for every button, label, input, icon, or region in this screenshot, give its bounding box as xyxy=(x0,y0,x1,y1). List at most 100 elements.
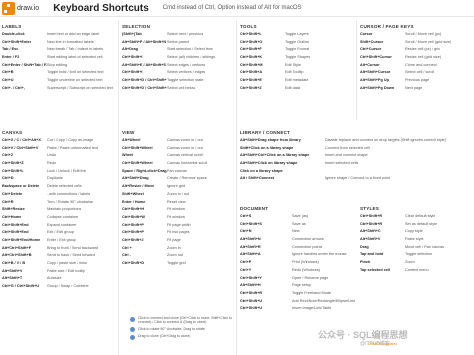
shortcut-row: Ctrl+Shift+S Save as xyxy=(240,221,356,229)
shortcut-description: Expand container xyxy=(47,222,77,227)
shortcut-key: Ctrl+Shift+J xyxy=(122,237,144,242)
shortcut-description: Clone and connect xyxy=(405,62,437,67)
check-updates-link[interactable]: Check for updates xyxy=(368,342,397,346)
shortcut-key: Ctrl+Shift+P xyxy=(122,230,144,235)
shortcut-key: Ctrl+Shift+S xyxy=(240,221,262,226)
section-selection: SELECTION (Shift+)Tab Select next / previo… xyxy=(122,22,234,93)
shortcut-key: Ctrl+Shift+F xyxy=(240,47,262,52)
legend-text: Click to rotate 90° clockwise, Drag to r… xyxy=(138,326,205,331)
shortcut-description: Context menu xyxy=(405,267,429,272)
shortcut-description: Fit two pages xyxy=(167,230,190,235)
shortcut-key: Ctrl+Shift+Z xyxy=(240,85,262,90)
shortcut-row: Ctrl+Shift+L Lock / Unlock / Edit link xyxy=(2,168,116,176)
shortcut-description: ..with connections / labels xyxy=(47,191,91,196)
drawio-logo: draw.io xyxy=(2,1,39,15)
shortcut-description: Toggle Shapes xyxy=(285,55,311,60)
shortcut-key: Ctrl+Shift+U xyxy=(240,298,263,303)
shortcut-description: Save (as) xyxy=(292,214,309,218)
section-canvas: CANVAS Ctrl+X / C / Ctrl+Alt+X Cut / Copy … xyxy=(2,128,116,291)
shortcut-description: Start selection / Select from xyxy=(167,47,214,52)
shortcut-row: Click on a library shape xyxy=(240,168,472,176)
shortcut-row: Tab / Esc New break / Tab / Indent in lab… xyxy=(2,46,116,54)
shortcut-key: Ctrl+Shift+R xyxy=(240,290,263,295)
shortcut-key: Alt+Shift+E / Alt+Shift+S xyxy=(122,62,166,67)
shortcut-description: Next page xyxy=(405,85,423,90)
shortcut-key: Ctrl + xyxy=(122,245,132,250)
shortcut-row: Ctrl+D Duplicate xyxy=(2,175,116,183)
shortcut-description: New xyxy=(292,229,300,234)
shortcut-key: Alt+Wheel xyxy=(122,138,141,142)
shortcut-description: Edit data xyxy=(285,85,300,90)
section-view: VIEW Alt+Wheel Canvas zoom in / out Ctrl+Sh… xyxy=(122,128,234,268)
shortcut-description: Select parent xyxy=(167,39,190,44)
shortcut-row: Space / Right-click+Drag Pan canvas xyxy=(122,168,234,176)
shortcut-description: Canvas horizontal scroll xyxy=(167,161,208,166)
shortcut-row: Ctrl+R Turn / Rotate 90° clockwise xyxy=(2,199,116,207)
shortcut-key: Shift+Cursor xyxy=(360,39,384,44)
shortcut-key: Ctrl+Enter / Shift+Tab / F2 / Esc xyxy=(2,62,47,67)
shortcut-description: Enter / Exit group xyxy=(47,237,77,242)
shortcut-key: Ctrl+G / Ctrl+Shift+U xyxy=(2,284,40,289)
shortcut-key: Ctrl+P xyxy=(240,260,252,265)
shortcut-description: Clear default style xyxy=(405,214,436,218)
shortcut-row: Ctrl+Shift+Wheel Canvas horizontal scroll xyxy=(122,160,234,168)
shortcut-key: Ctrl+Shift+P xyxy=(122,222,144,227)
shortcut-row: Ctrl+. / Ctrl+, Superscript / Subscript o… xyxy=(2,85,116,93)
section-title: DOCUMENT xyxy=(240,206,269,211)
shortcut-key: Ctrl+Shift+W xyxy=(122,214,145,219)
rotate-icon xyxy=(130,327,135,333)
shortcut-description: Canvas zoom in / out xyxy=(167,138,203,142)
shortcut-key: Tap and hold xyxy=(360,252,384,257)
shortcut-key: Shift+Resize xyxy=(2,207,25,212)
shortcut-row: Alt+Shift+P / Alt+Shift+N Select parent xyxy=(122,39,234,47)
shortcut-row: Ctrl+Shift+I Select (all) children / sibl… xyxy=(122,54,234,62)
shortcut-description: Scroll / Move cell (px) xyxy=(405,32,442,36)
shortcut-row: Enter / Home Reset view xyxy=(122,199,234,207)
shortcut-description: Insert Image/Link/Table xyxy=(292,306,332,311)
shortcut-key: Ctrl+Cursor xyxy=(360,47,382,52)
shortcut-description: Paste / Paste unformatted text xyxy=(47,145,99,150)
shortcut-description: Fit page xyxy=(167,237,181,242)
shortcut-description: Connection arrows xyxy=(292,237,324,242)
shortcut-row: Ctrl+Shift+K Toggle Shapes xyxy=(240,54,354,62)
shortcut-row: Ctrl+Shift+Cursor Resize cell (grid size) xyxy=(360,54,472,62)
shortcut-description: Zoom in xyxy=(167,245,181,250)
shortcut-description: Select vertices / edges xyxy=(167,70,206,75)
shortcut-description: Resize cell (px) / grid xyxy=(405,47,441,52)
shortcut-description: Ignore shape / Connect to a fixed point xyxy=(325,176,391,181)
shortcut-key: Wheel xyxy=(122,153,134,158)
shortcut-row: Ctrl+B / V / B Copy / paste size / links xyxy=(2,260,116,268)
shortcut-key: Ctrl+U xyxy=(2,78,14,83)
shortcut-description: Turn / Rotate 90° clockwise xyxy=(47,199,94,204)
shortcut-row: Ctrl+Shift+R Clear default style xyxy=(360,213,472,221)
shortcut-key: Shift+Wheel xyxy=(122,191,144,196)
shortcut-row: Ctrl+Shift+J Fit page xyxy=(122,237,234,245)
shortcut-description: Undo xyxy=(47,153,57,158)
shortcut-row: Alt+Shift+Cursor Select cell / scroll xyxy=(360,69,472,77)
section-tools: TOOLS Ctrl+Shift+L Toggle Layers Ctrl+Shift… xyxy=(240,22,354,93)
shortcut-row: Alt+Shift+Drag Create / Remove space xyxy=(122,175,234,183)
shortcut-row: Alt+Shift+Drag shape from library Disable… xyxy=(240,137,472,145)
shortcut-key: Ctrl+Home xyxy=(2,214,22,219)
shortcut-description: Save as xyxy=(292,221,306,226)
shortcut-key: Ctrl+Shift+End xyxy=(2,230,29,235)
shortcut-row: Alt+Shift+V Paste size / Edit tooltip xyxy=(2,268,116,276)
legend-text: Drag to clone (Ctrl+Drag to clone) xyxy=(138,334,191,339)
shortcut-description: Stop editing xyxy=(47,62,68,67)
shortcut-key: Ctrl+S xyxy=(240,214,252,218)
shortcut-row: Alt+Shift+A Ignore handles under the mous… xyxy=(240,251,356,259)
shortcut-key: Alt+Shift+N xyxy=(240,237,261,242)
shortcut-row: Ctrl+Shift+R Set as default style xyxy=(360,221,472,229)
section-title: STYLES xyxy=(360,206,380,211)
shortcut-description: Redo (Windows) xyxy=(292,267,321,272)
legend-item: Click to rotate 90° clockwise, Drag to r… xyxy=(130,327,240,333)
shortcut-key: Alt+Shift+C xyxy=(360,229,381,234)
shortcut-description: Toggle grid xyxy=(167,261,186,265)
shortcut-description: Maintain proportions xyxy=(47,207,82,212)
shortcut-key: Space / Right-click+Drag xyxy=(122,168,167,173)
shortcut-row: Ctrl+V / Ctrl+Shift+V Paste / Paste unfor… xyxy=(2,145,116,153)
shortcut-row: Ctrl+Y Redo (Windows) xyxy=(240,267,356,275)
shortcut-row: Ctrl+Shift+P Fit page width xyxy=(122,222,234,230)
shortcut-description: Superscript / Subscript on selected text xyxy=(47,85,113,90)
shortcut-key: Ctrl+Shift+Wheel xyxy=(122,145,153,150)
